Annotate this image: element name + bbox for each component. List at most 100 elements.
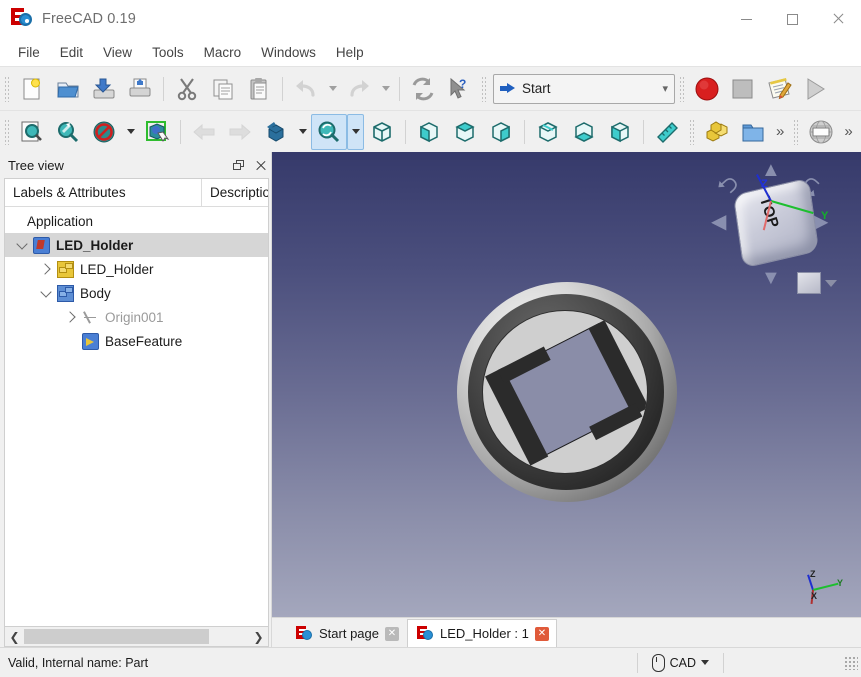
fit-selection-button[interactable] — [50, 114, 86, 150]
macro-execute-button[interactable] — [797, 71, 833, 107]
view-back-button[interactable] — [186, 114, 222, 150]
group-folder-button[interactable] — [735, 114, 771, 150]
column-description[interactable]: Description — [202, 179, 268, 206]
minimize-button[interactable] — [723, 0, 769, 38]
save-document-button[interactable] — [86, 71, 122, 107]
tree-root-application[interactable]: Application — [5, 209, 268, 233]
led-holder-model[interactable] — [457, 282, 677, 502]
whats-this-button[interactable]: ? — [441, 71, 477, 107]
new-document-button[interactable] — [14, 71, 50, 107]
isometric-view-button[interactable] — [364, 114, 400, 150]
close-panel-button[interactable] — [249, 155, 271, 175]
tree-item-led-holder-document[interactable]: LED_Holder — [5, 233, 268, 257]
macro-record-button[interactable] — [689, 71, 725, 107]
macro-stop-button[interactable] — [725, 71, 761, 107]
part-workbench-button[interactable] — [699, 114, 735, 150]
menu-file[interactable]: File — [8, 42, 50, 63]
expander-right-icon[interactable] — [35, 263, 57, 275]
maximize-button[interactable] — [769, 0, 815, 38]
nav-mini-dropdown-icon[interactable] — [825, 280, 837, 287]
toolbar-grip[interactable] — [481, 75, 488, 102]
draw-style-dropdown[interactable] — [122, 114, 139, 150]
tab-close-icon[interactable]: ✕ — [534, 626, 549, 641]
menu-help[interactable]: Help — [326, 42, 374, 63]
nav-mini-cube-icon[interactable] — [797, 272, 821, 294]
tree-view-panel: Tree view Labels & Attributes Descriptio… — [0, 152, 272, 647]
expander-down-icon[interactable] — [11, 237, 33, 250]
menu-tools[interactable]: Tools — [142, 42, 194, 63]
paste-button[interactable] — [241, 71, 277, 107]
scroll-right-button[interactable]: ❯ — [249, 628, 268, 645]
expander-right-icon[interactable] — [60, 311, 82, 323]
macro-edit-button[interactable] — [761, 71, 797, 107]
toolbar-grip[interactable] — [689, 118, 696, 145]
measure-button[interactable] — [649, 114, 685, 150]
menu-macro[interactable]: Macro — [194, 42, 252, 63]
expander-down-icon[interactable] — [35, 285, 57, 298]
fit-all-button[interactable] — [14, 114, 50, 150]
toolbar-grip[interactable] — [793, 118, 801, 145]
navigation-style-selector[interactable]: CAD — [638, 648, 723, 677]
navigation-cube[interactable]: ▲ ▼ ◀ ▶ ⮌ ⮎ TOP Z Y — [709, 160, 839, 294]
menu-windows[interactable]: Windows — [251, 42, 326, 63]
toolbar-grip[interactable] — [4, 75, 11, 102]
copy-button[interactable] — [205, 71, 241, 107]
navigation-style-label: CAD — [669, 655, 696, 670]
workbench-selector[interactable]: Start ▾ — [493, 73, 675, 104]
viewport-area: ▲ ▼ ◀ ▶ ⮌ ⮎ TOP Z Y — [272, 152, 861, 647]
document-tab-bar: Start page ✕ LED_Holder : 1 ✕ — [272, 617, 861, 647]
nav-arrow-left-icon[interactable]: ◀ — [711, 212, 726, 232]
std-views-button[interactable] — [258, 114, 294, 150]
top-view-button[interactable] — [447, 114, 483, 150]
box-element-selection-button[interactable] — [139, 114, 175, 150]
toolbar-grip[interactable] — [679, 75, 686, 102]
view-forward-button[interactable] — [222, 114, 258, 150]
mouse-icon — [651, 653, 665, 672]
tab-led-holder[interactable]: LED_Holder : 1 ✕ — [407, 619, 557, 647]
left-view-button[interactable] — [602, 114, 638, 150]
tree-horizontal-scrollbar[interactable]: ❮ ❯ — [5, 626, 268, 646]
3d-viewport[interactable]: ▲ ▼ ◀ ▶ ⮌ ⮎ TOP Z Y — [272, 152, 861, 617]
cut-button[interactable] — [169, 71, 205, 107]
print-document-button[interactable] — [122, 71, 158, 107]
redo-dropdown[interactable] — [377, 71, 394, 107]
resize-grip[interactable] — [844, 655, 858, 670]
close-button[interactable] — [815, 0, 861, 38]
column-labels-attributes[interactable]: Labels & Attributes — [5, 179, 202, 206]
undo-dropdown[interactable] — [324, 71, 341, 107]
scroll-track[interactable] — [24, 628, 249, 645]
tree-item-body[interactable]: Body — [5, 281, 268, 305]
scroll-thumb[interactable] — [24, 629, 209, 644]
axonometric-button[interactable] — [311, 113, 347, 150]
draw-style-button[interactable] — [86, 114, 122, 150]
menu-edit[interactable]: Edit — [50, 42, 93, 63]
rear-view-button[interactable] — [530, 114, 566, 150]
refresh-button[interactable] — [405, 71, 441, 107]
toolbar-overflow-view[interactable]: » — [771, 123, 789, 140]
toolbar-grip[interactable] — [4, 118, 11, 145]
status-message: Valid, Internal name: Part — [8, 655, 149, 670]
tree-item-origin001[interactable]: Origin001 — [5, 305, 268, 329]
nav-arrow-up-icon[interactable]: ▲ — [761, 160, 781, 180]
front-view-button[interactable] — [411, 114, 447, 150]
toolbar-separator — [163, 76, 164, 101]
axonometric-dropdown[interactable] — [347, 113, 364, 150]
tab-start-page[interactable]: Start page ✕ — [286, 619, 407, 647]
open-document-button[interactable] — [50, 71, 86, 107]
std-views-dropdown[interactable] — [294, 114, 311, 150]
tree-item-basefeature[interactable]: BaseFeature — [5, 329, 268, 353]
scroll-left-button[interactable]: ❮ — [5, 628, 24, 645]
right-view-button[interactable] — [483, 114, 519, 150]
undock-panel-button[interactable] — [227, 155, 249, 175]
tree-item-led-holder-part[interactable]: LED_Holder — [5, 257, 268, 281]
web-browser-button[interactable] — [803, 114, 839, 150]
toolbar-overflow-web[interactable]: » — [839, 123, 857, 140]
menu-view[interactable]: View — [93, 42, 142, 63]
tab-close-icon[interactable]: ✕ — [385, 626, 399, 641]
nav-arrow-down-icon[interactable]: ▼ — [761, 268, 781, 288]
tree-panel-title: Tree view — [8, 157, 64, 173]
undo-button[interactable] — [288, 71, 324, 107]
bottom-view-button[interactable] — [566, 114, 602, 150]
redo-button[interactable] — [341, 71, 377, 107]
tab-label: Start page — [319, 626, 379, 641]
